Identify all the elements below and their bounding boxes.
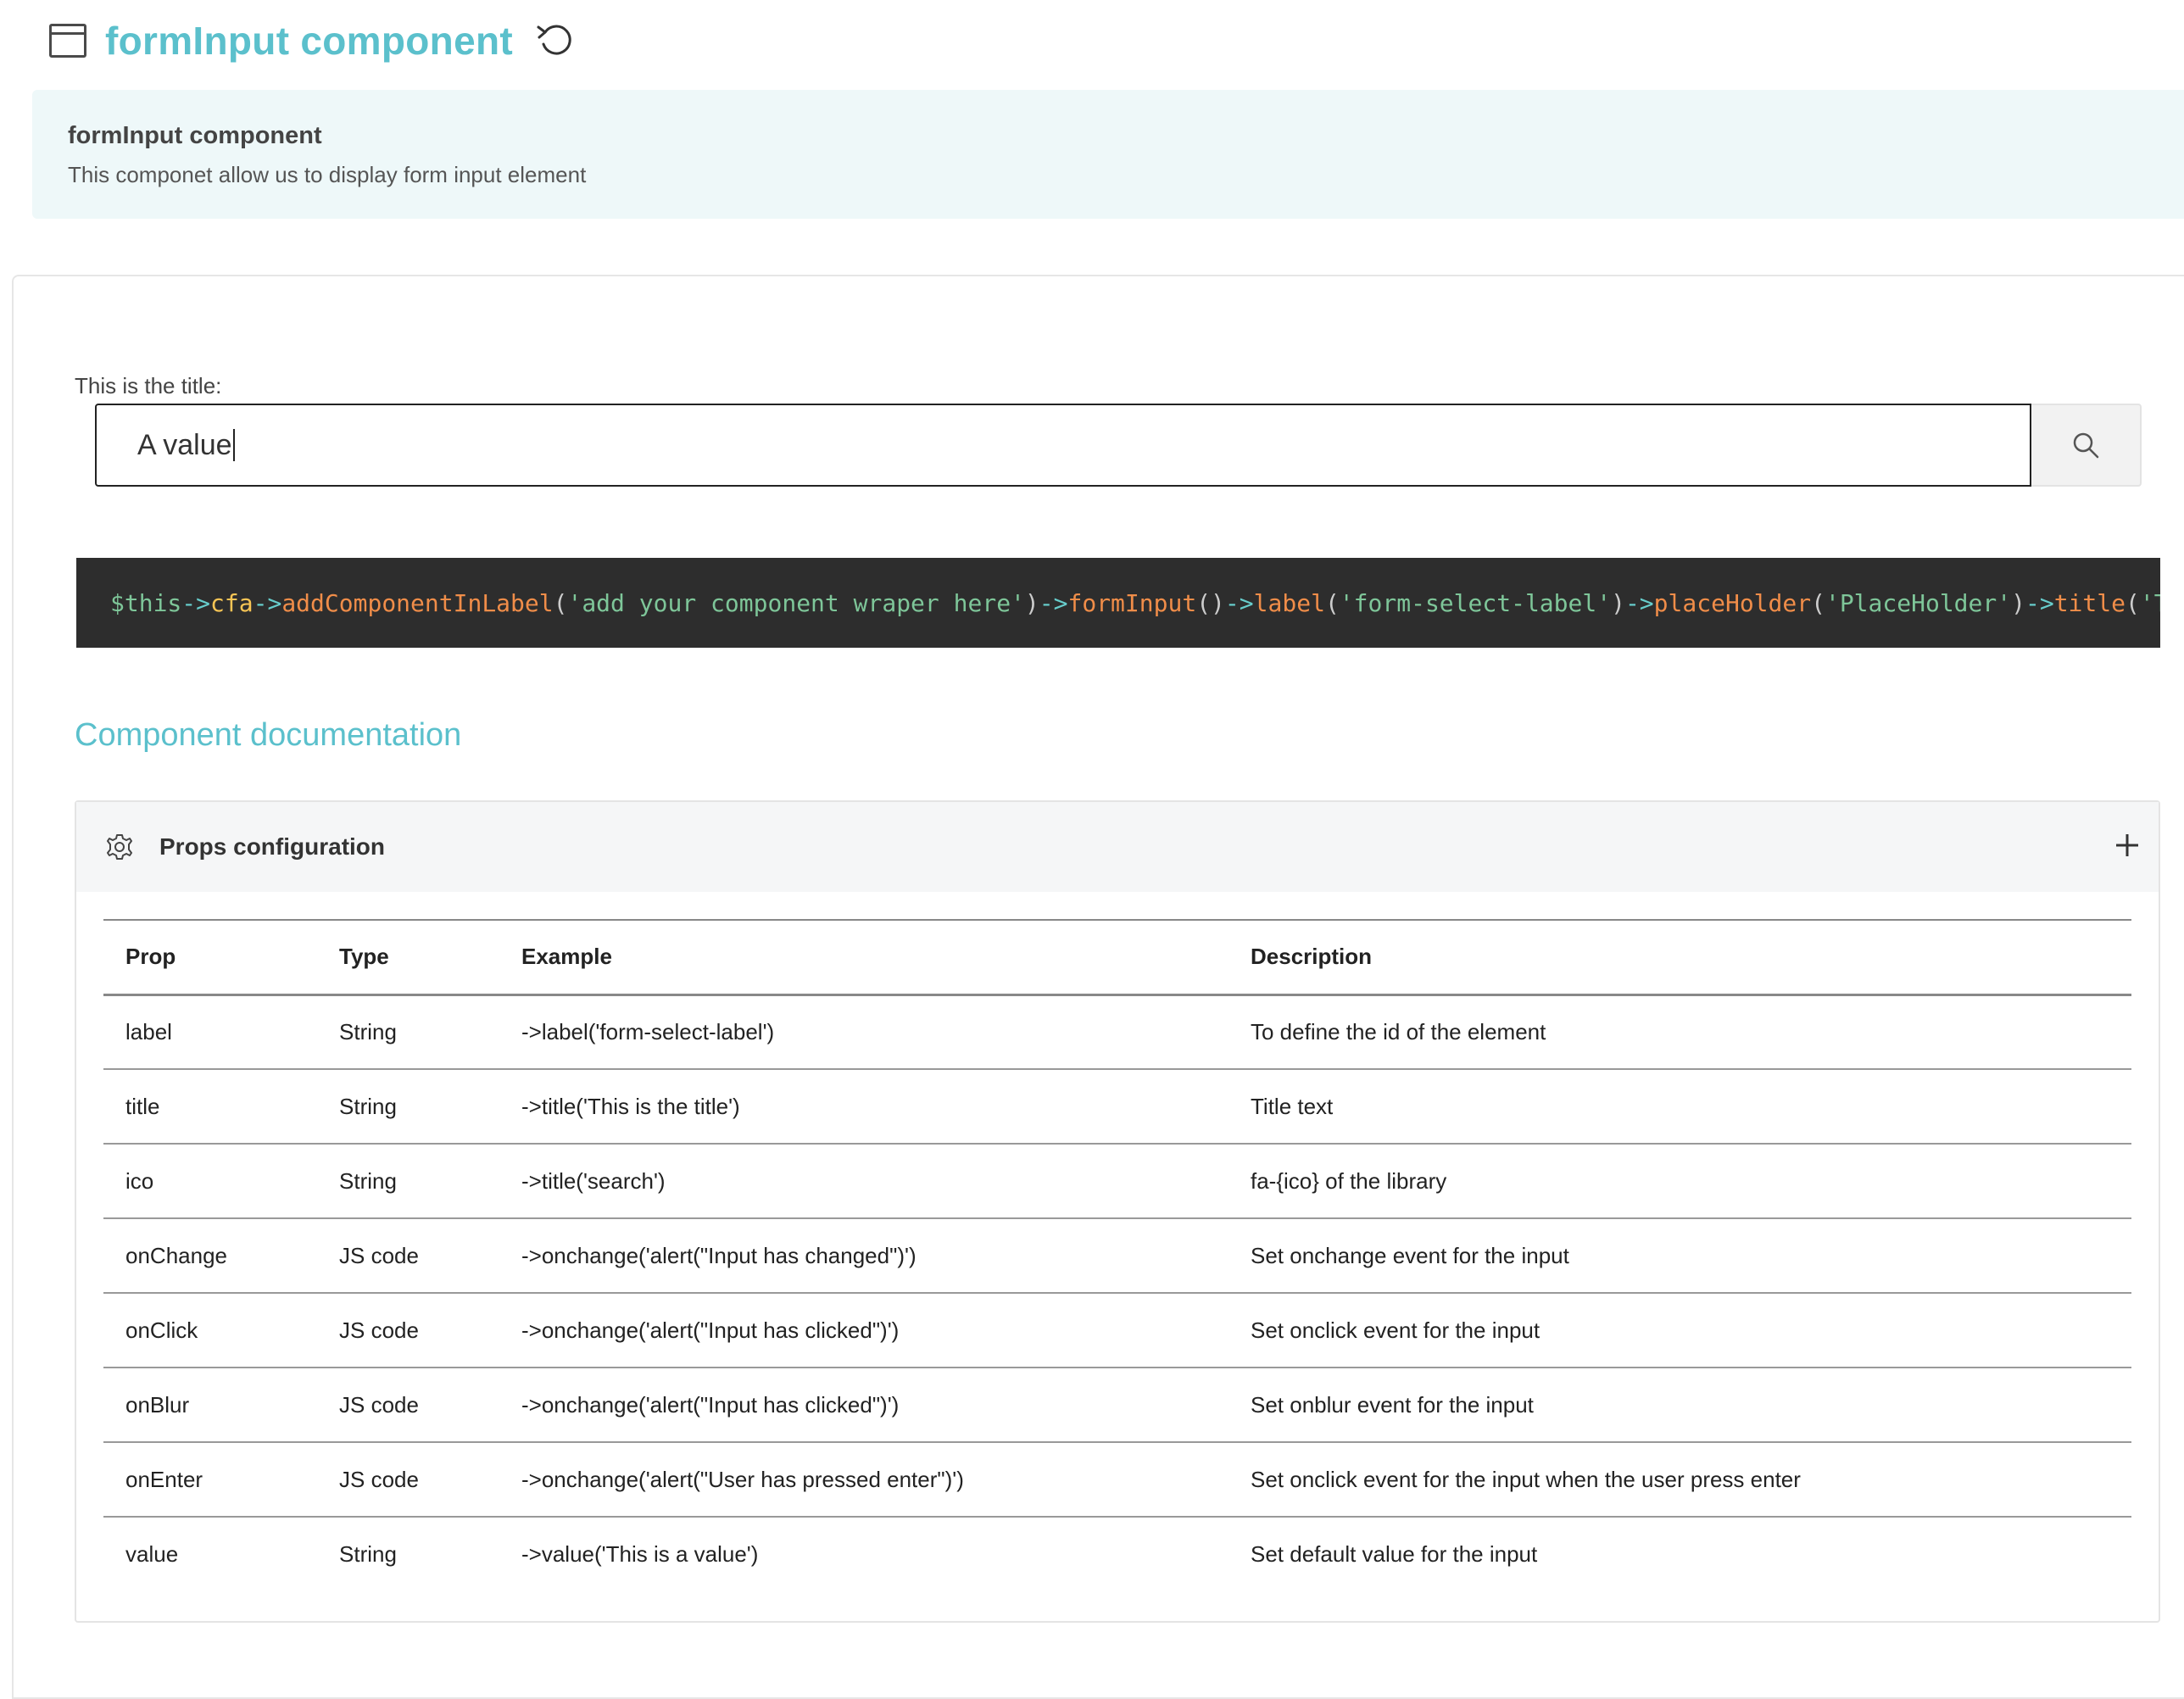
example-cell: ->onchange('alert("Input has changed")') [521,1242,916,1268]
code-token: cfa [210,588,254,617]
description-cell: Set onchange event for the input [1251,1242,1569,1268]
code-token: 'add your component wraper here' [567,588,1025,617]
type-cell: JS code [339,1242,419,1268]
type-cell: JS code [339,1317,419,1343]
plus-icon[interactable] [2113,831,2142,860]
table-header-row: Prop Type Example Description [103,920,2131,994]
info-banner: formInput component This componet allow … [32,90,2184,219]
description-cell: Set onclick event for the input [1251,1317,1540,1343]
type-cell: String [339,1018,397,1044]
code-token: label [1253,588,1325,617]
example-cell: ->value('This is a value') [521,1541,759,1567]
documentation-title: Component documentation [75,717,462,753]
type-cell: JS code [339,1466,419,1492]
code-token: 'This is th [2139,588,2160,617]
type-cell: String [339,1541,397,1567]
text-caret [232,429,235,461]
column-header-type: Type [339,944,389,970]
title-input[interactable]: A value [95,404,2031,487]
code-token: ) [1024,588,1039,617]
example-cell: ->onchange('alert("Input has clicked")') [521,1391,900,1418]
table-row: ico String ->title('search') fa-{ico} of th… [103,1144,2131,1218]
code-token: 'PlaceHolder' [1825,588,2012,617]
prop-cell: onClick [125,1317,198,1343]
code-token: ) [1611,588,1625,617]
code-token: ( [553,588,568,617]
props-table: Prop Type Example Description label Strin… [103,919,2131,1591]
code-token: title [2053,588,2126,617]
code-token: -> [2025,588,2054,617]
example-cell: ->title('search') [521,1167,666,1194]
prop-cell: onBlur [125,1391,190,1418]
prop-cell: onChange [125,1242,227,1268]
example-cell: ->label('form-select-label') [521,1018,775,1044]
code-token: 'form-select-label' [1339,588,1612,617]
page-title: formInput component [105,19,513,63]
page-header: formInput component [49,8,576,73]
table-row: value String ->value('This is a value') Set… [103,1517,2131,1591]
code-token: placeHolder [1653,588,1812,617]
prop-cell: value [125,1541,179,1567]
column-header-description: Description [1251,944,1373,970]
code-token: ) [2011,588,2025,617]
accordion-header[interactable]: Props configuration [76,802,2159,892]
description-cell: Set onblur event for the input [1251,1391,1534,1418]
type-cell: String [339,1093,397,1119]
example-cell: ->title('This is the title') [521,1093,740,1119]
gear-icon [107,834,132,860]
code-token: addComponentInLabel [281,588,554,617]
code-snippet: $this -> cfa -> addComponentInLabel('add you… [76,558,2160,648]
table-row: onClick JS code ->onchange('alert("Input h… [103,1293,2131,1368]
prop-cell: onEnter [125,1466,203,1492]
description-cell: fa-{ico} of the library [1251,1167,1447,1194]
description-cell: Title text [1251,1093,1334,1119]
table-row: onChange JS code ->onchange('alert("Input … [103,1218,2131,1293]
code-token: -> [1624,588,1654,617]
code-token: $this [110,588,182,617]
input-value: A value [137,428,232,461]
prop-cell: ico [125,1167,154,1194]
code-token: formInput [1067,588,1197,617]
code-token: ( [2126,588,2140,617]
column-header-prop: Prop [125,944,176,970]
table-row: title String ->title('This is the title') T… [103,1069,2131,1144]
code-token: ( [1324,588,1340,617]
search-icon [2073,432,2099,459]
info-title: formInput component [68,122,322,149]
code-token: -> [1224,588,1254,617]
code-token: -> [1039,588,1068,617]
input-label: This is the title: [75,373,222,398]
table-row: label String ->label('form-select-label') T… [103,994,2131,1069]
code-token: -> [181,588,211,617]
table-row: onBlur JS code ->onchange('alert("Input ha… [103,1368,2131,1442]
code-token: ( [1811,588,1825,617]
code-token: -> [253,588,282,617]
accordion-title: Props configuration [159,833,385,860]
table-row: onEnter JS code ->onchange('alert("User ha… [103,1442,2131,1517]
search-button[interactable] [2031,404,2142,487]
type-cell: String [339,1167,397,1194]
reload-icon[interactable] [535,20,576,61]
prop-cell: title [125,1093,160,1119]
info-description: This componet allow us to display form i… [68,162,587,187]
description-cell: To define the id of the element [1251,1018,1546,1044]
description-cell: Set default value for the input [1251,1541,1538,1567]
code-token: () [1196,588,1225,617]
type-cell: JS code [339,1391,419,1418]
description-cell: Set onclick event for the input when the… [1251,1466,1801,1492]
example-cell: ->onchange('alert("User has pressed ente… [521,1466,964,1492]
column-header-example: Example [521,944,612,970]
prop-cell: label [125,1018,172,1044]
window-icon [49,24,86,58]
example-cell: ->onchange('alert("Input has clicked")') [521,1317,900,1343]
